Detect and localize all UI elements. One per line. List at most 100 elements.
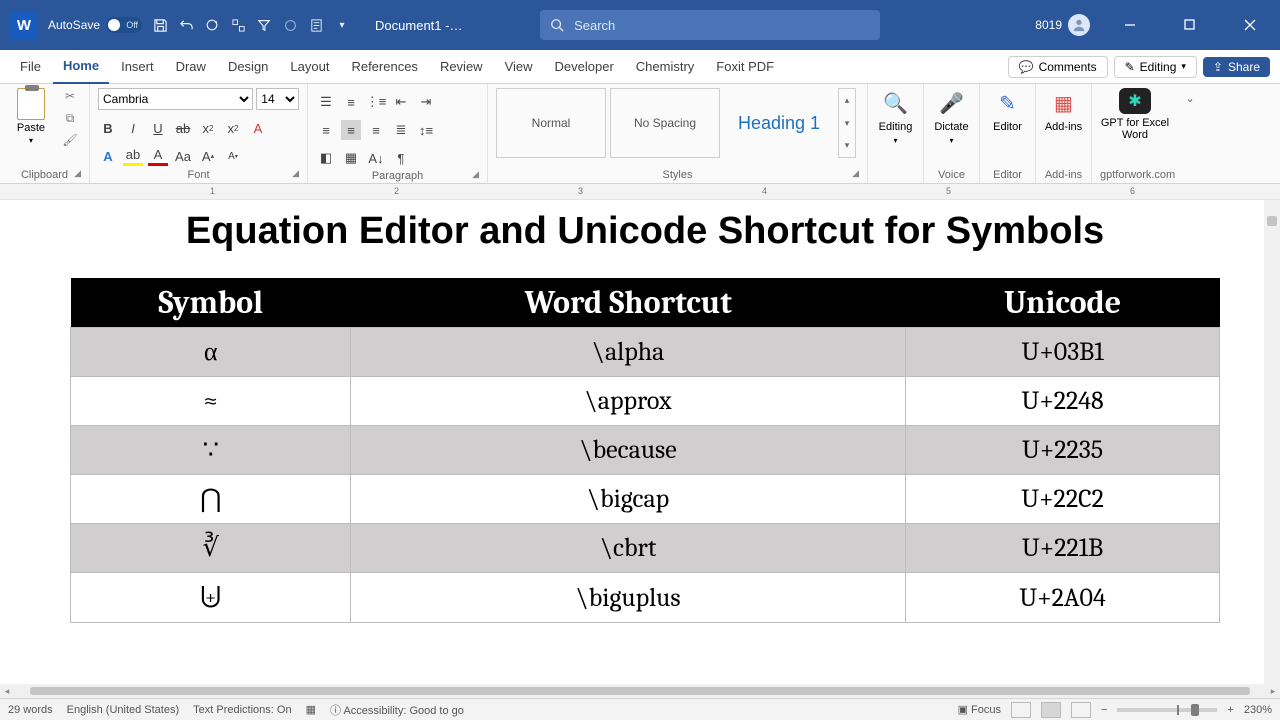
- paste-button[interactable]: Paste ▾: [8, 88, 54, 145]
- strikethrough-button[interactable]: ab: [173, 118, 193, 138]
- bold-button[interactable]: B: [98, 118, 118, 138]
- shrink-font-button[interactable]: A▾: [223, 146, 243, 166]
- search-box[interactable]: Search: [540, 10, 880, 40]
- zoom-slider[interactable]: [1117, 708, 1217, 712]
- gallery-up-icon[interactable]: ▴: [839, 89, 855, 112]
- zoom-out-button[interactable]: −: [1101, 704, 1107, 716]
- zoom-knob[interactable]: [1191, 704, 1199, 716]
- font-size-select[interactable]: 14: [256, 88, 299, 110]
- font-color-button[interactable]: A: [148, 146, 168, 166]
- accessibility-status[interactable]: ⓘ Accessibility: Good to go: [330, 702, 464, 718]
- align-center-button[interactable]: ≡: [341, 120, 361, 140]
- web-layout-button[interactable]: [1071, 702, 1091, 718]
- sort-button[interactable]: A↓: [366, 148, 386, 168]
- maximize-button[interactable]: [1170, 0, 1210, 50]
- dictate-button[interactable]: 🎤Dictate▾: [932, 88, 971, 145]
- style-normal[interactable]: Normal: [496, 88, 606, 158]
- user-account[interactable]: 8019: [1035, 14, 1090, 36]
- dialog-launcher-icon[interactable]: ◢: [852, 168, 859, 179]
- tab-view[interactable]: View: [495, 50, 543, 84]
- align-left-button[interactable]: ≡: [316, 120, 336, 140]
- word-count[interactable]: 29 words: [8, 704, 53, 716]
- vertical-scrollbar[interactable]: [1264, 200, 1280, 698]
- tab-design[interactable]: Design: [218, 50, 278, 84]
- show-marks-button[interactable]: ¶: [391, 148, 411, 168]
- tab-foxit[interactable]: Foxit PDF: [706, 50, 784, 84]
- grow-font-button[interactable]: A▴: [198, 146, 218, 166]
- line-spacing-button[interactable]: ↕≡: [416, 120, 436, 140]
- editing-button[interactable]: 🔍Editing▾: [876, 88, 915, 145]
- justify-button[interactable]: ≣: [391, 120, 411, 140]
- dialog-launcher-icon[interactable]: ◢: [292, 168, 299, 179]
- focus-mode[interactable]: ▣ Focus: [958, 703, 1001, 716]
- superscript-button[interactable]: x2: [223, 118, 243, 138]
- document-area[interactable]: Equation Editor and Unicode Shortcut for…: [0, 200, 1280, 698]
- qat-icon-4[interactable]: [230, 17, 246, 33]
- horizontal-scrollbar[interactable]: ◂▸: [0, 684, 1280, 698]
- qat-icon-6[interactable]: [282, 17, 298, 33]
- change-case-button[interactable]: Aa: [173, 146, 193, 166]
- tab-references[interactable]: References: [341, 50, 427, 84]
- language-status[interactable]: English (United States): [67, 704, 180, 716]
- borders-button[interactable]: ▦: [341, 148, 361, 168]
- save-icon[interactable]: [152, 17, 168, 33]
- tab-draw[interactable]: Draw: [166, 50, 216, 84]
- qat-more-icon[interactable]: ▾: [334, 17, 350, 33]
- align-right-button[interactable]: ≡: [366, 120, 386, 140]
- addins-button[interactable]: ▦Add-ins: [1044, 88, 1083, 133]
- toggle-switch[interactable]: Off: [106, 17, 142, 33]
- macro-icon[interactable]: ▦: [306, 703, 316, 716]
- autosave-toggle[interactable]: AutoSave Off: [48, 17, 142, 33]
- format-painter-icon[interactable]: 🖌: [62, 132, 78, 148]
- scroll-thumb[interactable]: [30, 687, 1250, 695]
- horizontal-ruler[interactable]: 1 2 3 4 5 6: [0, 184, 1280, 200]
- zoom-level[interactable]: 230%: [1244, 704, 1272, 716]
- minimize-button[interactable]: [1110, 0, 1150, 50]
- scroll-thumb[interactable]: [1267, 216, 1277, 226]
- gallery-more-icon[interactable]: ▾: [839, 134, 855, 157]
- redo-icon[interactable]: [204, 17, 220, 33]
- highlight-button[interactable]: ab: [123, 146, 143, 166]
- copy-icon[interactable]: ⧉: [62, 110, 78, 126]
- comments-button[interactable]: 💬Comments: [1008, 56, 1108, 78]
- zoom-in-button[interactable]: +: [1227, 704, 1233, 716]
- style-heading-1[interactable]: Heading 1: [724, 88, 834, 158]
- italic-button[interactable]: I: [123, 118, 143, 138]
- dialog-launcher-icon[interactable]: ◢: [472, 169, 479, 180]
- multilevel-button[interactable]: ⋮≡: [366, 92, 386, 112]
- qat-icon-7[interactable]: [308, 17, 324, 33]
- decrease-indent-button[interactable]: ⇤: [391, 92, 411, 112]
- underline-button[interactable]: U: [148, 118, 168, 138]
- tab-layout[interactable]: Layout: [280, 50, 339, 84]
- undo-icon[interactable]: [178, 17, 194, 33]
- clear-format-button[interactable]: A: [248, 118, 268, 138]
- text-effects-button[interactable]: A: [98, 146, 118, 166]
- tab-chemistry[interactable]: Chemistry: [626, 50, 705, 84]
- shading-button[interactable]: ◧: [316, 148, 336, 168]
- share-button[interactable]: ⇪Share: [1203, 57, 1270, 77]
- tab-developer[interactable]: Developer: [545, 50, 624, 84]
- tab-file[interactable]: File: [10, 50, 51, 84]
- gpt-button[interactable]: ✱GPT for Excel Word: [1100, 88, 1170, 141]
- close-button[interactable]: [1230, 0, 1270, 50]
- bullets-button[interactable]: ☰: [316, 92, 336, 112]
- gallery-down-icon[interactable]: ▾: [839, 112, 855, 135]
- collapse-ribbon-button[interactable]: ⌄: [1178, 84, 1202, 183]
- text-predictions-status[interactable]: Text Predictions: On: [193, 704, 291, 716]
- dialog-launcher-icon[interactable]: ◢: [74, 168, 81, 179]
- styles-gallery-nav[interactable]: ▴▾▾: [838, 88, 856, 158]
- tab-review[interactable]: Review: [430, 50, 493, 84]
- subscript-button[interactable]: x2: [198, 118, 218, 138]
- print-layout-button[interactable]: [1041, 702, 1061, 718]
- editing-mode-button[interactable]: ✎Editing▾: [1114, 56, 1197, 78]
- numbering-button[interactable]: ≡: [341, 92, 361, 112]
- filter-icon[interactable]: [256, 17, 272, 33]
- editor-button[interactable]: ✎Editor: [988, 88, 1027, 133]
- style-no-spacing[interactable]: No Spacing: [610, 88, 720, 158]
- tab-home[interactable]: Home: [53, 50, 109, 84]
- cut-icon[interactable]: ✂: [62, 88, 78, 104]
- tab-insert[interactable]: Insert: [111, 50, 164, 84]
- read-mode-button[interactable]: [1011, 702, 1031, 718]
- increase-indent-button[interactable]: ⇥: [416, 92, 436, 112]
- font-name-select[interactable]: Cambria: [98, 88, 253, 110]
